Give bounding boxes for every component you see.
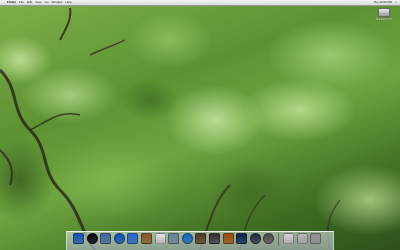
downloads-stack-icon[interactable] [296, 233, 308, 244]
menu-window[interactable]: Window [52, 0, 63, 5]
dashboard-icon[interactable] [86, 233, 98, 244]
spaces-icon[interactable] [236, 233, 248, 244]
documents-stack-icon[interactable] [283, 233, 294, 244]
ichat-icon[interactable] [127, 233, 139, 244]
finder-icon[interactable] [73, 233, 84, 244]
tree-branches [0, 7, 341, 250]
preview-icon[interactable] [168, 233, 180, 244]
itunes-icon[interactable] [181, 233, 193, 244]
menu-view[interactable]: View [35, 0, 41, 5]
ical-icon[interactable] [154, 233, 166, 244]
garageband-icon[interactable] [222, 233, 234, 244]
hard-drive-label: Macintosh HD [376, 18, 392, 21]
menu-edit[interactable]: Edit [27, 0, 32, 5]
automator-icon[interactable] [209, 233, 220, 244]
safari-icon[interactable] [113, 233, 125, 244]
time-machine-icon[interactable] [249, 233, 261, 244]
menu-app-name[interactable]: Finder [7, 0, 16, 5]
dock-divider [278, 233, 279, 246]
iphoto-icon[interactable] [195, 233, 207, 244]
desktop-wallpaper [0, 0, 400, 250]
menu-file[interactable]: File [19, 0, 24, 5]
spotlight-icon[interactable]: ⌕ [395, 0, 397, 5]
menu-bar: Finder File Edit View Go Window Help Thu… [0, 0, 400, 6]
menu-go[interactable]: Go [45, 0, 49, 5]
menu-extras: Thu 12:00 PM ⌕ [370, 0, 397, 5]
menu-help[interactable]: Help [65, 0, 71, 5]
trash-icon[interactable] [310, 233, 322, 244]
clock[interactable]: Thu 12:00 PM [373, 0, 392, 5]
hard-drive-desktop-icon[interactable]: Macintosh HD [376, 8, 392, 21]
address-book-icon[interactable] [141, 233, 152, 244]
hard-drive-icon [378, 8, 390, 17]
mail-icon[interactable] [100, 233, 112, 244]
